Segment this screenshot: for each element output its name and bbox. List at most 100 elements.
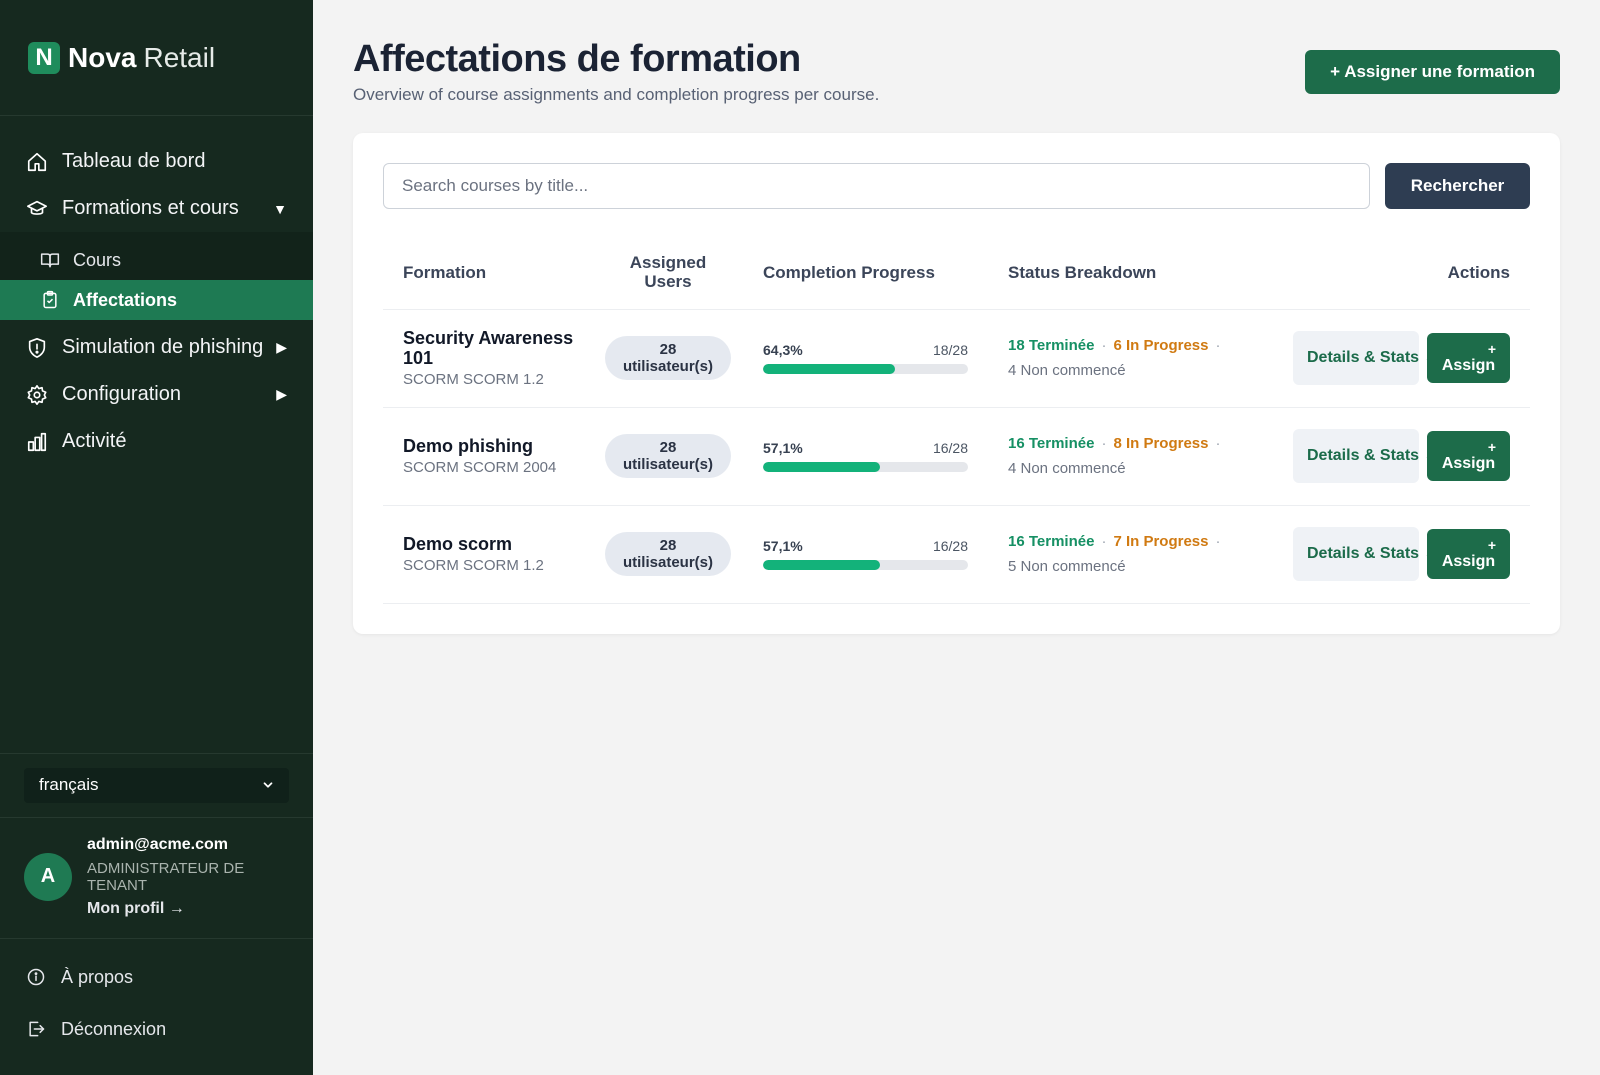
graduation-cap-icon <box>27 200 47 215</box>
info-icon <box>27 968 45 986</box>
details-stats-button[interactable]: Details & Stats → <box>1293 527 1439 581</box>
progress-fraction: 16/28 <box>932 440 968 456</box>
course-type: SCORM SCORM 2004 <box>403 458 557 476</box>
plus-icon: + <box>1487 536 1496 553</box>
nav-label: Configuration <box>62 383 181 405</box>
nav-item-phishing[interactable]: Simulation de phishing ▶ <box>0 324 313 371</box>
avatar: A <box>24 852 72 901</box>
nav-item-activity[interactable]: Activité <box>0 418 313 465</box>
header-users-line2: Users <box>644 271 692 291</box>
page-title: Affectations de formation <box>353 38 801 80</box>
language-select[interactable]: français <box>24 767 289 803</box>
users-label: utilisateur(s) <box>622 358 713 375</box>
assign-training-button[interactable]: + Assigner une formation <box>1305 50 1560 94</box>
status-in-progress: 6 In Progress <box>1113 337 1209 354</box>
progress-bar <box>763 364 968 374</box>
assignments-table: Formation Assigned Users Completion Prog… <box>383 237 1530 604</box>
status-not-started: 4 Non commencé <box>1008 362 1126 379</box>
trainings-subnav: Cours Affectations <box>0 232 313 320</box>
search-input[interactable] <box>383 163 1370 209</box>
details-stats-button[interactable]: Details & Stats → <box>1293 429 1439 483</box>
chevron-down-icon: ▼ <box>273 200 287 217</box>
status-not-started: 5 Non commencé <box>1008 558 1126 575</box>
header-assigned-users: Assigned Users <box>593 237 743 310</box>
user-role: ADMINISTRATEUR DE TENANT <box>87 859 245 894</box>
course-cell: Demo phishing SCORM SCORM 2004 <box>383 407 593 506</box>
gear-icon <box>27 384 47 405</box>
table-row: Demo phishing SCORM SCORM 2004 28 utilis… <box>383 407 1530 506</box>
foot-label: À propos <box>61 966 134 987</box>
search-button[interactable]: Rechercher <box>1385 163 1530 209</box>
chevron-right-icon: ▶ <box>276 339 287 355</box>
home-icon <box>27 152 47 171</box>
course-title[interactable]: Security Awareness 101 <box>403 328 593 369</box>
progress-fill <box>763 462 881 472</box>
clipboard-check-icon <box>43 290 57 309</box>
sidebar: N Nova Retail Tableau de bord Formations… <box>0 0 313 1075</box>
users-label: utilisateur(s) <box>622 456 713 473</box>
actions-cell: Details & Stats → + Assign <box>1266 505 1530 604</box>
separator-dot: · <box>1215 435 1221 452</box>
main-content: Affectations de formation Overview of co… <box>313 0 1600 1075</box>
table-header-row: Formation Assigned Users Completion Prog… <box>383 237 1530 310</box>
bar-chart-icon <box>27 432 47 451</box>
assign-label: Assign <box>1441 356 1496 374</box>
user-email: admin@acme.com <box>87 835 228 853</box>
sidebar-item-assignments[interactable]: Affectations <box>0 280 313 320</box>
users-cell: 28 utilisateur(s) <box>593 309 743 408</box>
course-title[interactable]: Demo phishing <box>403 436 593 457</box>
nav-item-trainings[interactable]: Formations et cours ▼ <box>0 185 313 232</box>
course-title[interactable]: Demo scorm <box>403 534 593 555</box>
book-icon <box>40 253 60 268</box>
progress-percent: 57,1% <box>763 538 803 554</box>
sub-item-label: Affectations <box>73 289 178 310</box>
profile-link[interactable]: Mon profil → <box>87 900 289 918</box>
users-count: 28 <box>659 340 677 358</box>
sub-item-label: Cours <box>73 249 122 270</box>
page-subtitle: Overview of course assignments and compl… <box>353 85 880 104</box>
progress-fill <box>763 560 881 570</box>
assign-label: Assign <box>1441 454 1496 472</box>
table-row: Demo scorm SCORM SCORM 1.2 28 utilisateu… <box>383 505 1530 604</box>
details-stats-button[interactable]: Details & Stats → <box>1293 331 1439 385</box>
separator-dot: · <box>1101 435 1107 452</box>
separator-dot: · <box>1101 337 1107 354</box>
users-badge: 28 utilisateur(s) <box>604 335 731 381</box>
assign-button[interactable]: + Assign <box>1427 431 1510 481</box>
progress-cell: 64,3% 18/28 <box>743 309 1008 408</box>
users-badge: 28 utilisateur(s) <box>604 531 731 577</box>
logout-icon <box>29 1021 45 1037</box>
assign-button[interactable]: + Assign <box>1427 333 1510 383</box>
shield-alert-icon <box>28 337 46 358</box>
actions-cell: Details & Stats → + Assign <box>1266 309 1530 408</box>
progress-percent: 64,3% <box>763 342 803 358</box>
users-count: 28 <box>659 536 677 554</box>
nav-item-about[interactable]: À propos <box>0 951 313 1003</box>
header-status: Status Breakdown <box>1008 237 1266 310</box>
progress-bar <box>763 462 968 472</box>
search-bar: Rechercher <box>383 163 1530 209</box>
brand-logo: N <box>28 41 60 74</box>
nav-label: Activité <box>62 430 127 452</box>
status-not-started: 4 Non commencé <box>1008 460 1126 477</box>
brand-name: Nova <box>68 41 137 73</box>
users-cell: 28 utilisateur(s) <box>593 407 743 506</box>
nav-item-logout[interactable]: Déconnexion <box>0 1003 313 1055</box>
progress-fraction: 16/28 <box>932 538 968 554</box>
header-progress: Completion Progress <box>743 237 1008 310</box>
actions-cell: Details & Stats → + Assign <box>1266 407 1530 506</box>
course-cell: Demo scorm SCORM SCORM 1.2 <box>383 505 593 604</box>
brand[interactable]: N Nova Retail <box>0 0 313 116</box>
assign-button[interactable]: + Assign <box>1427 529 1510 579</box>
nav-item-dashboard[interactable]: Tableau de bord <box>0 138 313 185</box>
header-formation: Formation <box>383 237 593 310</box>
sidebar-item-courses[interactable]: Cours <box>0 240 313 280</box>
table-row: Security Awareness 101 SCORM SCORM 1.2 2… <box>383 309 1530 408</box>
nav-label: Tableau de bord <box>62 150 206 172</box>
progress-cell: 57,1% 16/28 <box>743 407 1008 506</box>
course-type: SCORM SCORM 1.2 <box>403 556 544 574</box>
language-selected: français <box>39 775 99 794</box>
separator-dot: · <box>1101 533 1107 550</box>
nav-item-configuration[interactable]: Configuration ▶ <box>0 371 313 418</box>
status-done: 18 Terminée <box>1008 337 1095 354</box>
